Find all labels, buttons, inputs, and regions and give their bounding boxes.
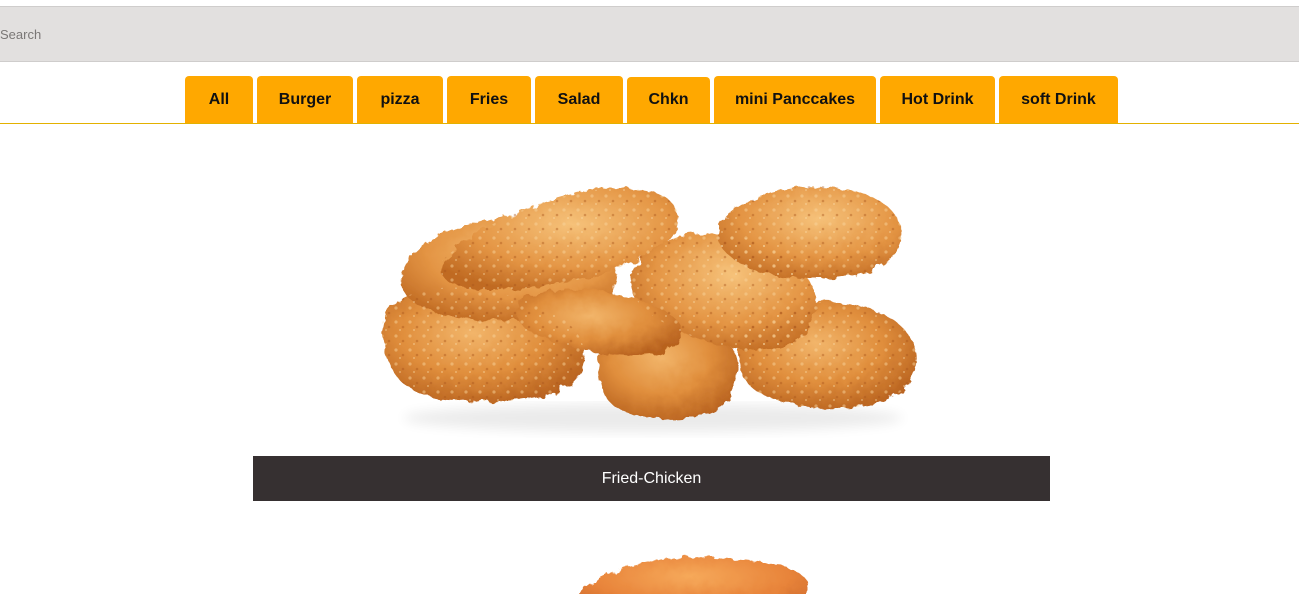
- tab-hot-drink[interactable]: Hot Drink: [880, 76, 995, 123]
- tab-pizza[interactable]: pizza: [357, 76, 443, 123]
- tab-all[interactable]: All: [185, 76, 253, 123]
- search-bar: [0, 6, 1299, 62]
- tab-salad[interactable]: Salad: [535, 76, 623, 123]
- search-input[interactable]: [0, 7, 1290, 61]
- fried-chicken-image: [381, 186, 917, 432]
- fried-chicken-image: [577, 557, 808, 594]
- tab-mini-panccakes[interactable]: mini Panccakes: [714, 76, 876, 123]
- tab-fries[interactable]: Fries: [447, 76, 531, 123]
- category-tabs: All Burger pizza Fries Salad Chkn mini P…: [0, 76, 1299, 124]
- tab-chkn[interactable]: Chkn: [627, 77, 710, 123]
- tab-soft-drink[interactable]: soft Drink: [999, 76, 1118, 123]
- tab-burger[interactable]: Burger: [257, 76, 353, 123]
- menu-item-card[interactable]: [253, 540, 1050, 594]
- menu-item-name: Fried-Chicken: [253, 456, 1050, 501]
